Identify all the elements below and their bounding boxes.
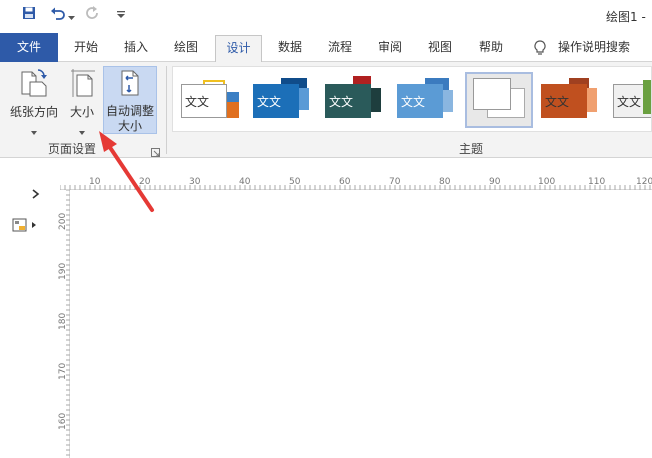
annotation-arrow	[99, 131, 154, 212]
